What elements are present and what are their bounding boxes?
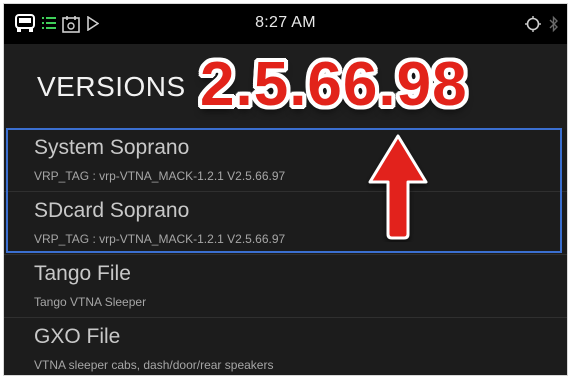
status-time: 8:27 AM	[255, 14, 316, 31]
list-item-title: Tango File	[34, 262, 131, 285]
list-item-tango-file[interactable]: Tango File Tango VTNA Sleeper	[4, 255, 567, 318]
list-item-sdcard-soprano[interactable]: SDcard Soprano VRP_TAG : vrp-VTNA_MACK-1…	[4, 192, 567, 255]
page-title: VERSIONS	[37, 71, 186, 102]
list-item-detail: VTNA sleeper cabs, dash/door/rear speake…	[34, 358, 274, 372]
list-item-title: SDcard Soprano	[34, 199, 190, 222]
list-item-gxo-file[interactable]: GXO File VTNA sleeper cabs, dash/door/re…	[4, 318, 567, 375]
list-item-system-soprano[interactable]: System Soprano VRP_TAG : vrp-VTNA_MACK-1…	[4, 129, 567, 192]
list-item-title: System Soprano	[34, 136, 190, 159]
version-callout-annotation: 2.5.66.98	[200, 50, 468, 119]
bluetooth-icon	[549, 15, 558, 33]
location-target-icon	[525, 16, 541, 32]
list-item-title: GXO File	[34, 325, 121, 348]
list-item-detail: Tango VTNA Sleeper	[34, 295, 147, 309]
screen-frame: 8:27 AM VERSIONS 2.5.66.98 System Sopran…	[4, 4, 567, 375]
list-item-detail: VRP_TAG : vrp-VTNA_MACK-1.2.1 V2.5.66.97	[34, 169, 286, 183]
status-bar: 8:27 AM	[4, 4, 567, 44]
versions-list: System Soprano VRP_TAG : vrp-VTNA_MACK-1…	[4, 129, 567, 375]
arrow-up-icon	[368, 134, 428, 240]
list-item-detail: VRP_TAG : vrp-VTNA_MACK-1.2.1 V2.5.66.97	[34, 232, 286, 246]
versions-header: VERSIONS 2.5.66.98	[4, 44, 567, 129]
